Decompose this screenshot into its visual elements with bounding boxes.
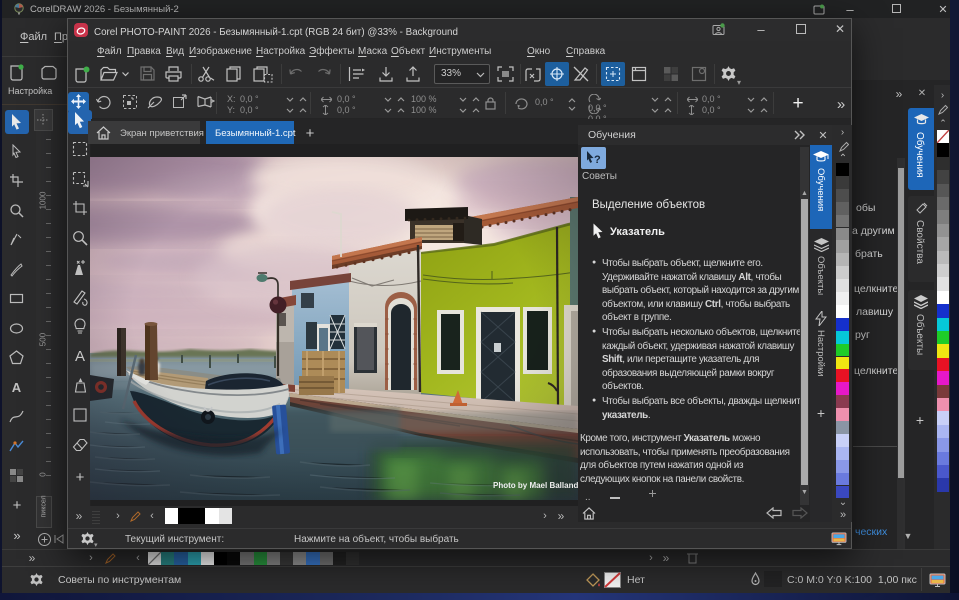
svg-text:?: ? <box>594 154 601 166</box>
svg-text:Photo by Mael Balland: Photo by Mael Balland <box>493 481 578 490</box>
